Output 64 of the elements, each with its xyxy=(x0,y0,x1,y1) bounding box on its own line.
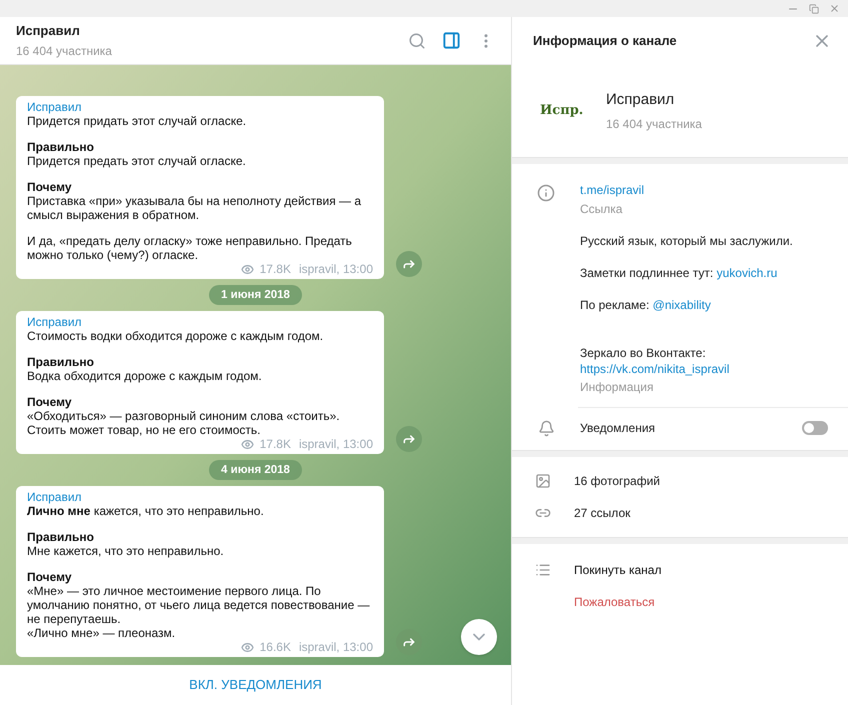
scroll-down-button[interactable] xyxy=(461,619,497,655)
description-line: Русский язык, который мы заслужили. xyxy=(580,233,793,249)
channel-subtitle: 16 404 участника xyxy=(606,116,702,134)
message-text: Стоимость водки обходится дороже с каждым годом. xyxy=(27,329,324,343)
description-link[interactable]: yukovich.ru xyxy=(716,266,778,280)
message-author[interactable]: Исправил xyxy=(27,100,82,114)
action-link[interactable]: Пожаловаться xyxy=(574,593,655,611)
message-text: «Обходиться» — разговорный синоним слова «стоить». Стоить может товар, но не его стоимость. xyxy=(27,409,341,437)
view-count: 17.8K xyxy=(260,262,291,276)
section-heading: Почему xyxy=(27,395,72,409)
restore-icon[interactable] xyxy=(809,4,819,14)
date-pill: 4 июня 2018 xyxy=(209,460,302,480)
section-heading: Правильно xyxy=(27,530,94,544)
list-icon xyxy=(535,562,551,578)
section-heading: Правильно xyxy=(27,355,94,369)
eye-icon xyxy=(240,262,254,276)
eye-icon xyxy=(240,640,254,654)
close-icon[interactable] xyxy=(829,3,840,14)
message-signature: ispravil, 13:00 xyxy=(298,437,373,451)
date-pill: 1 июня 2018 xyxy=(209,285,302,305)
message-author[interactable]: Исправил xyxy=(27,490,82,504)
description-caption: Информация xyxy=(580,379,654,395)
description-line: Зеркало во Вконтакте: https://vk.com/nikita_ispravil xyxy=(580,345,730,377)
channel-name: Исправил xyxy=(606,90,676,110)
media-row[interactable]: 27 ссылок xyxy=(512,497,848,529)
description-line: Заметки подлиннее тут: yukovich.ru xyxy=(580,265,778,281)
forward-button[interactable] xyxy=(396,426,422,452)
message-text: Лично мне кажется, что это неправильно. xyxy=(27,504,265,518)
view-count: 17.8K xyxy=(260,437,291,451)
message-text: И да, «предать делу огласку» тоже неправильно. Предать можно только (чему?) огласке. xyxy=(27,234,353,262)
chat-subtitle: 16 404 участника xyxy=(16,43,112,60)
message-text: Водка обходится дороже с каждым годом. xyxy=(27,369,263,383)
channel-avatar: Испр. xyxy=(540,102,584,120)
message-text: «Лично мне» — плеоназм. xyxy=(27,626,176,640)
description-line: По рекламе: @nixability xyxy=(580,297,711,313)
eye-icon xyxy=(240,438,254,450)
image-icon xyxy=(535,473,551,489)
description-link[interactable]: @nixability xyxy=(652,298,711,312)
action-link[interactable]: Покинуть канал xyxy=(574,561,662,579)
chat-title: Исправил xyxy=(16,22,80,40)
message-signature: ispravil, 13:00 xyxy=(298,262,373,276)
message-signature: ispravil, 13:00 xyxy=(298,640,373,654)
section-heading: Почему xyxy=(27,570,72,584)
message-text: Мне кажется, что это неправильно. xyxy=(27,544,225,558)
message-author[interactable]: Исправил xyxy=(27,315,82,329)
section-heading: Почему xyxy=(27,180,72,194)
notifications-label: Уведомления xyxy=(580,420,656,437)
media-row[interactable]: 16 фотографий xyxy=(512,465,848,497)
panel-title: Информация о канале xyxy=(533,32,677,50)
description-link[interactable]: https://vk.com/nikita_ispravil xyxy=(580,362,730,376)
search-icon[interactable] xyxy=(408,32,426,50)
message-text: Приставка «при» указывала бы на неполноту действия — а смысл выражения в обратном. xyxy=(27,194,362,222)
sidebar-toggle-icon[interactable] xyxy=(442,31,461,50)
forward-button[interactable] xyxy=(396,251,422,277)
section-heading: Правильно xyxy=(27,140,94,154)
message-text: «Мне» — это личное местоимение первого лица. По умолчанию понятно, от чьего лица ведется повествование — не перепутаешь. xyxy=(27,584,371,626)
link-caption: Ссылка xyxy=(580,201,622,217)
message-text: Придется придать этот случай огласке. xyxy=(27,114,248,128)
bell-icon xyxy=(538,420,554,436)
channel-link[interactable]: t.me/ispravil xyxy=(580,183,644,197)
notifications-toggle[interactable] xyxy=(802,421,828,435)
message-text: Придется предать этот случай огласке. xyxy=(27,154,247,168)
info-icon xyxy=(537,184,555,202)
view-count: 16.6K xyxy=(260,640,291,654)
